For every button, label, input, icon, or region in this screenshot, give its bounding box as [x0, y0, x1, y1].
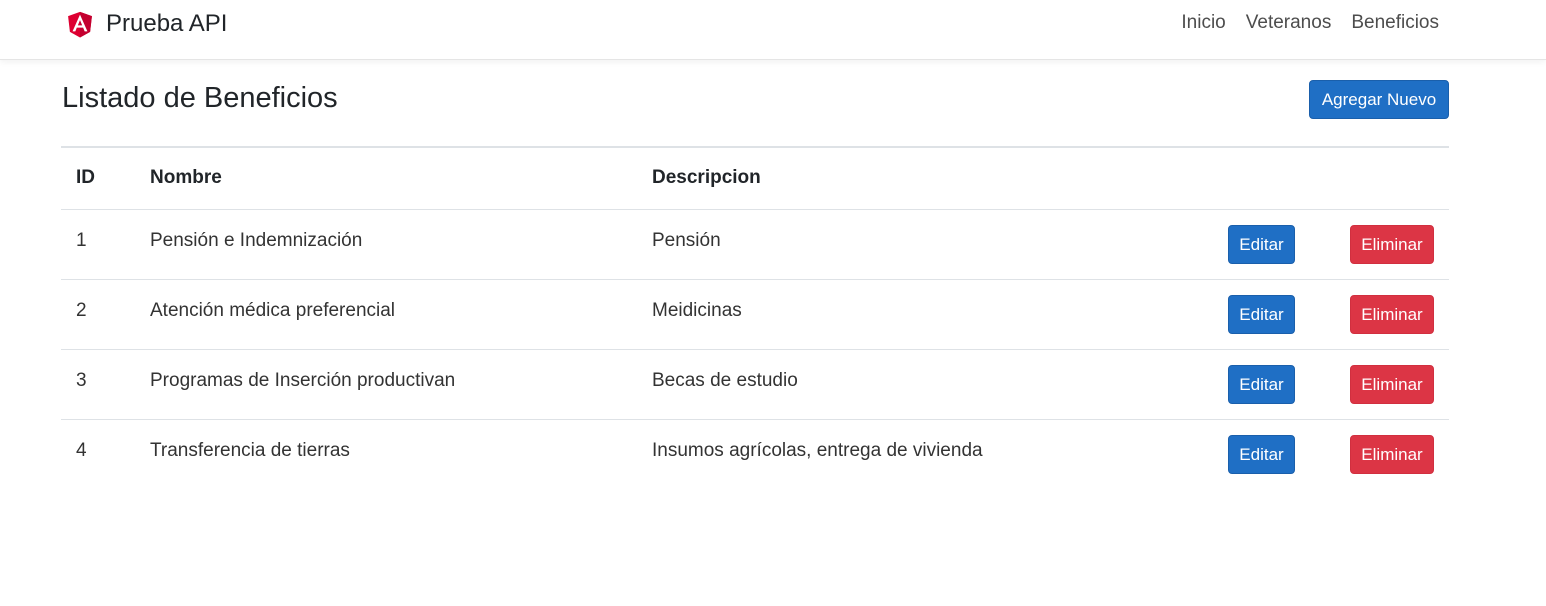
cell-descripcion: Meidicinas [652, 300, 742, 321]
column-header-edit [1182, 147, 1302, 209]
cell-delete: Eliminar [1302, 279, 1449, 349]
edit-button[interactable]: Editar [1228, 294, 1295, 334]
cell-descripcion: Insumos agrícolas, entrega de vivienda [652, 440, 983, 462]
column-header-id: ID [76, 167, 95, 189]
nav-link-beneficios[interactable]: Beneficios [1351, 12, 1439, 34]
cell-id: 2 [76, 300, 87, 321]
column-header-descripcion: Descripcion [652, 167, 761, 189]
cell-nombre: Atención médica preferencial [150, 300, 396, 321]
cell-id: 3 [76, 370, 87, 391]
cell-nombre: Transferencia de tierras [150, 440, 350, 462]
delete-button[interactable]: Eliminar [1350, 294, 1434, 334]
nav-links: Inicio Veteranos Beneficios [1181, 12, 1439, 34]
table-row: 2 Atención médica preferencial Meidicina… [61, 279, 1449, 349]
cell-nombre: Pensión e Indemnización [150, 230, 363, 251]
cell-edit: Editar [1182, 349, 1302, 419]
edit-button[interactable]: Editar [1228, 364, 1295, 404]
cell-id: 4 [76, 440, 87, 462]
nav-link-inicio[interactable]: Inicio [1181, 12, 1225, 34]
edit-button[interactable]: Editar [1228, 434, 1295, 474]
angular-logo-icon [68, 11, 92, 38]
table-row: 4 Transferencia de tierras Insumos agríc… [61, 419, 1449, 489]
brand-title: Prueba API [106, 10, 228, 37]
column-header-delete [1302, 147, 1449, 209]
cell-edit: Editar [1182, 419, 1302, 489]
table-header-row: ID Nombre Descripcion [61, 147, 1449, 209]
brand[interactable]: Prueba API [64, 8, 227, 40]
cell-descripcion: Pensión [652, 230, 721, 251]
table-row: 1 Pensión e Indemnización Pensión Editar… [61, 209, 1449, 279]
benefits-table: ID Nombre Descripcion 1 Pensión e Indemn… [61, 146, 1449, 489]
nav-link-veteranos[interactable]: Veteranos [1246, 12, 1332, 34]
table-row: 3 Programas de Inserción productivan Bec… [61, 349, 1449, 419]
cell-delete: Eliminar [1302, 419, 1449, 489]
delete-button[interactable]: Eliminar [1350, 224, 1434, 264]
column-header-nombre: Nombre [150, 167, 222, 189]
cell-delete: Eliminar [1302, 209, 1449, 279]
cell-nombre: Programas de Inserción productivan [150, 370, 456, 391]
table-header: ID Nombre Descripcion [61, 147, 1449, 209]
add-new-button[interactable]: Agregar Nuevo [1309, 80, 1449, 119]
delete-button[interactable]: Eliminar [1350, 364, 1434, 404]
cell-id: 1 [76, 230, 87, 251]
cell-delete: Eliminar [1302, 349, 1449, 419]
cell-descripcion: Becas de estudio [652, 370, 798, 391]
edit-button[interactable]: Editar [1228, 224, 1295, 264]
cell-edit: Editar [1182, 209, 1302, 279]
cell-edit: Editar [1182, 279, 1302, 349]
table-body: 1 Pensión e Indemnización Pensión Editar… [61, 209, 1449, 489]
top-navbar: Prueba API Inicio Veteranos Beneficios [0, 0, 1546, 60]
page-title: Listado de Beneficios [62, 82, 338, 114]
delete-button[interactable]: Eliminar [1350, 434, 1434, 474]
